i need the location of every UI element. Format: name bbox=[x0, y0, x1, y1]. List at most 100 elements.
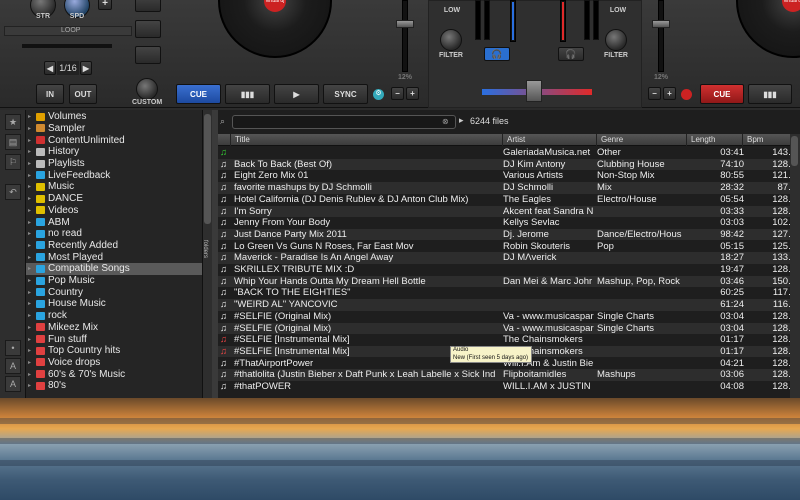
sidebar-item[interactable]: ▸ no read bbox=[26, 228, 202, 240]
table-row[interactable]: ♫ #SELFIE [Instrumental Mix] The Chainsmok… bbox=[218, 334, 800, 346]
sidebar-item[interactable]: ▸ Country bbox=[26, 287, 202, 299]
right-headphone-button[interactable]: 🎧 bbox=[558, 47, 584, 61]
sidebar-item[interactable]: ▸ ABM bbox=[26, 216, 202, 228]
sidebar-item[interactable]: ▸ 60's & 70's Music bbox=[26, 368, 202, 380]
right-keylock-icon[interactable] bbox=[681, 89, 692, 100]
loop-prev-button[interactable]: ◀ bbox=[44, 61, 56, 75]
sidebar-item[interactable]: ▸ Recently Added bbox=[26, 240, 202, 252]
column-genre[interactable]: Genre bbox=[596, 134, 686, 146]
back-icon[interactable]: ↶ bbox=[5, 184, 21, 200]
dot-icon[interactable]: • bbox=[5, 340, 21, 356]
loop-next-button[interactable]: ▶ bbox=[80, 61, 92, 75]
left-pitch-slider[interactable] bbox=[402, 0, 408, 72]
sidebar-item[interactable]: ▸ 80's bbox=[26, 380, 202, 392]
expand-arrow-icon[interactable]: ▸ bbox=[28, 172, 36, 179]
table-row[interactable]: ♫ Eight Zero Mix 01 Various Artists Non-Sto… bbox=[218, 170, 800, 182]
table-row[interactable]: ♫ Just Dance Party Mix 2011 Dj. Jerome Danc… bbox=[218, 228, 800, 241]
clear-search-icon[interactable]: ⊗ bbox=[442, 117, 449, 126]
table-row[interactable]: ♫ #thatlolita (Justin Bieber x Daft Punk … bbox=[218, 369, 800, 381]
right-stutter-button[interactable]: ▮▮▮ bbox=[748, 84, 792, 104]
expand-arrow-icon[interactable]: ▸ bbox=[28, 312, 36, 319]
left-pitch-plus[interactable]: + bbox=[406, 87, 419, 100]
table-row[interactable]: ♫ I'm Sorry Akcent feat Sandra N 03:33 128.0 bbox=[218, 205, 800, 218]
custom-knob[interactable] bbox=[136, 78, 158, 100]
sidebar-item[interactable]: ▸ Volumes bbox=[26, 111, 202, 123]
right-filter-knob[interactable] bbox=[605, 29, 627, 51]
right-pitch-plus[interactable]: + bbox=[663, 87, 676, 100]
left-play-button[interactable]: ▶ bbox=[274, 84, 319, 104]
column-artist[interactable]: Artist bbox=[502, 134, 596, 146]
favorites-icon[interactable]: ★ bbox=[5, 114, 21, 130]
left-sync-button[interactable]: SYNC bbox=[323, 84, 368, 104]
right-pitch-handle[interactable] bbox=[652, 20, 670, 28]
sidebar-item[interactable]: ▸ DANCE bbox=[26, 193, 202, 205]
loop-in-button[interactable]: IN bbox=[36, 84, 64, 104]
sidebar-item[interactable]: ▸ Voice drops bbox=[26, 357, 202, 369]
folder-tree-scroll-thumb[interactable] bbox=[204, 114, 211, 224]
expand-arrow-icon[interactable]: ▸ bbox=[28, 300, 36, 307]
sidebar-item[interactable]: ▸ LiveFeedback bbox=[26, 170, 202, 182]
left-pitch-handle[interactable] bbox=[396, 20, 414, 28]
table-row[interactable]: ♫ SKRILLEX TRIBUTE MIX :D 19:47 128.7 bbox=[218, 264, 800, 276]
sidebar-item[interactable]: ▸ Sampler bbox=[26, 123, 202, 135]
expand-arrow-icon[interactable]: ▸ bbox=[28, 207, 36, 214]
expand-arrow-icon[interactable]: ▸ bbox=[28, 148, 36, 155]
expand-arrow-icon[interactable]: ▸ bbox=[28, 371, 36, 378]
crossfader-handle[interactable] bbox=[526, 80, 542, 102]
expand-arrow-icon[interactable]: ▸ bbox=[28, 113, 36, 120]
sidebar-item[interactable]: ▸ Fun stuff bbox=[26, 333, 202, 345]
left-platter[interactable]: virtual dj bbox=[218, 0, 332, 58]
table-row[interactable]: ♫ Back To Back (Best Of) DJ Kim Antony Club… bbox=[218, 158, 800, 171]
expand-arrow-icon[interactable]: ▸ bbox=[28, 254, 36, 261]
sidebar-item[interactable]: ▸ Music bbox=[26, 181, 202, 193]
sidebar-item[interactable]: ▸ Most Played bbox=[26, 251, 202, 263]
table-row[interactable]: ♫ Whip Your Hands Outta My Dream Hell Bot… bbox=[218, 275, 800, 288]
sidebar-item[interactable]: ▸ History bbox=[26, 146, 202, 158]
expand-arrow-icon[interactable]: ▸ bbox=[28, 324, 36, 331]
search-options-icon[interactable]: ▸ bbox=[459, 115, 464, 126]
loop-slider[interactable] bbox=[22, 44, 112, 48]
sidebar-item[interactable]: ▸ Compatible Songs bbox=[26, 263, 202, 275]
expand-arrow-icon[interactable]: ▸ bbox=[28, 347, 36, 354]
track-list-scroll-thumb[interactable] bbox=[791, 136, 798, 166]
track-list-scrollbar[interactable] bbox=[790, 134, 800, 398]
table-row[interactable]: ♫ favorite mashups by DJ Schmolli DJ Schmo… bbox=[218, 182, 800, 194]
table-row[interactable]: ♫ Maverick - Paradise Is An Angel Away DJ … bbox=[218, 252, 800, 264]
font-smaller-icon[interactable]: A bbox=[5, 376, 21, 392]
table-row[interactable]: ♫ GaleriadaMusica.net Other 03:41 143.0 bbox=[218, 147, 800, 159]
table-row[interactable]: ♫ #thatPOWER WILL.I.AM x JUSTIN 04:08 128.0 bbox=[218, 381, 800, 393]
left-pitch-minus[interactable]: − bbox=[391, 87, 404, 100]
right-platter[interactable]: virtual dj bbox=[736, 0, 800, 58]
sidebar-item[interactable]: ▸ ContentUnlimited bbox=[26, 134, 202, 146]
pad-1[interactable] bbox=[135, 0, 161, 12]
table-row[interactable]: ♫ "BACK TO THE EIGHTIES" 60:25 117.0 bbox=[218, 287, 800, 299]
table-row[interactable]: ♫ Jenny From Your Body Kellys Sevlac 03:03 1… bbox=[218, 217, 800, 229]
expand-arrow-icon[interactable]: ▸ bbox=[28, 195, 36, 202]
sidebar-item[interactable]: ▸ Pop Music bbox=[26, 275, 202, 287]
expand-arrow-icon[interactable]: ▸ bbox=[28, 137, 36, 144]
expand-arrow-icon[interactable]: ▸ bbox=[28, 382, 36, 389]
expand-arrow-icon[interactable]: ▸ bbox=[28, 125, 36, 132]
left-stutter-button[interactable]: ▮▮▮ bbox=[225, 84, 270, 104]
left-headphone-button[interactable]: 🎧 bbox=[484, 47, 510, 61]
right-pitch-minus[interactable]: − bbox=[648, 87, 661, 100]
expand-arrow-icon[interactable]: ▸ bbox=[28, 219, 36, 226]
sidebar-item[interactable]: ▸ Top Country hits bbox=[26, 345, 202, 357]
table-row[interactable]: ♫ #SELFIE (Original Mix) Va - www.musicasp… bbox=[218, 311, 800, 323]
sidebar-item[interactable]: ▸ Playlists bbox=[26, 158, 202, 170]
expand-arrow-icon[interactable]: ▸ bbox=[28, 336, 36, 343]
right-cue-button[interactable]: CUE bbox=[700, 84, 744, 104]
pad-2[interactable] bbox=[135, 20, 161, 38]
filter-icon[interactable]: ⚐ bbox=[5, 154, 21, 170]
sidebar-item[interactable]: ▸ Videos bbox=[26, 205, 202, 217]
pad-3[interactable] bbox=[135, 46, 161, 64]
table-row[interactable]: ♫ Hotel California (DJ Denis Rublev & DJ … bbox=[218, 194, 800, 206]
expand-arrow-icon[interactable]: ▸ bbox=[28, 265, 36, 272]
left-filter-knob[interactable] bbox=[440, 29, 462, 51]
expand-arrow-icon[interactable]: ▸ bbox=[28, 230, 36, 237]
expand-arrow-icon[interactable]: ▸ bbox=[28, 242, 36, 249]
table-row[interactable]: ♫ #SELFIE (Original Mix) Va - www.musicasp… bbox=[218, 322, 800, 335]
left-keylock-icon[interactable]: ⚙ bbox=[373, 89, 384, 100]
expand-arrow-icon[interactable]: ▸ bbox=[28, 183, 36, 190]
add-button[interactable]: + bbox=[98, 0, 112, 10]
